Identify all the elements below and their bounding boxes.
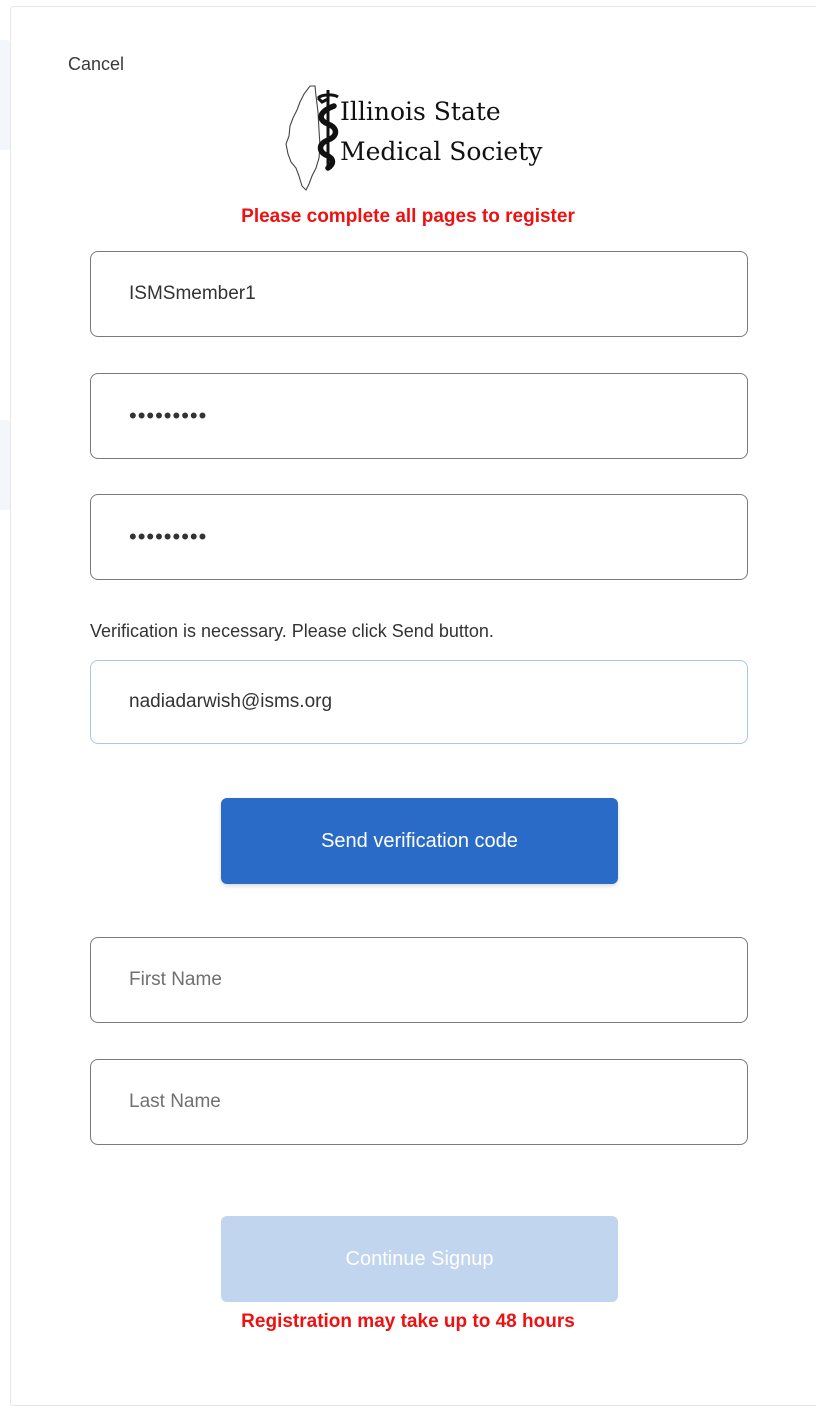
email-input[interactable]: [90, 660, 748, 744]
logo-line-2: Medical Society: [340, 137, 543, 166]
verification-message: Verification is necessary. Please click …: [90, 621, 494, 641]
send-verification-code-button[interactable]: Send verification code: [221, 798, 618, 884]
illinois-map-caduceus-icon: [285, 85, 339, 191]
password-input[interactable]: [90, 373, 748, 459]
registration-notice-bottom: Registration may take up to 48 hours: [241, 1311, 575, 1332]
cancel-link[interactable]: Cancel: [68, 54, 124, 75]
username-input[interactable]: [90, 251, 748, 337]
first-name-input[interactable]: [90, 937, 748, 1023]
registration-notice-top: Please complete all pages to register: [241, 206, 575, 227]
last-name-input[interactable]: [90, 1059, 748, 1145]
confirm-password-input[interactable]: [90, 494, 748, 580]
isms-logo: Illinois State Medical Society: [282, 82, 562, 194]
logo-line-1: Illinois State: [340, 97, 501, 126]
logo-text: Illinois State Medical Society: [340, 92, 542, 172]
continue-signup-button[interactable]: Continue Signup: [221, 1216, 618, 1302]
